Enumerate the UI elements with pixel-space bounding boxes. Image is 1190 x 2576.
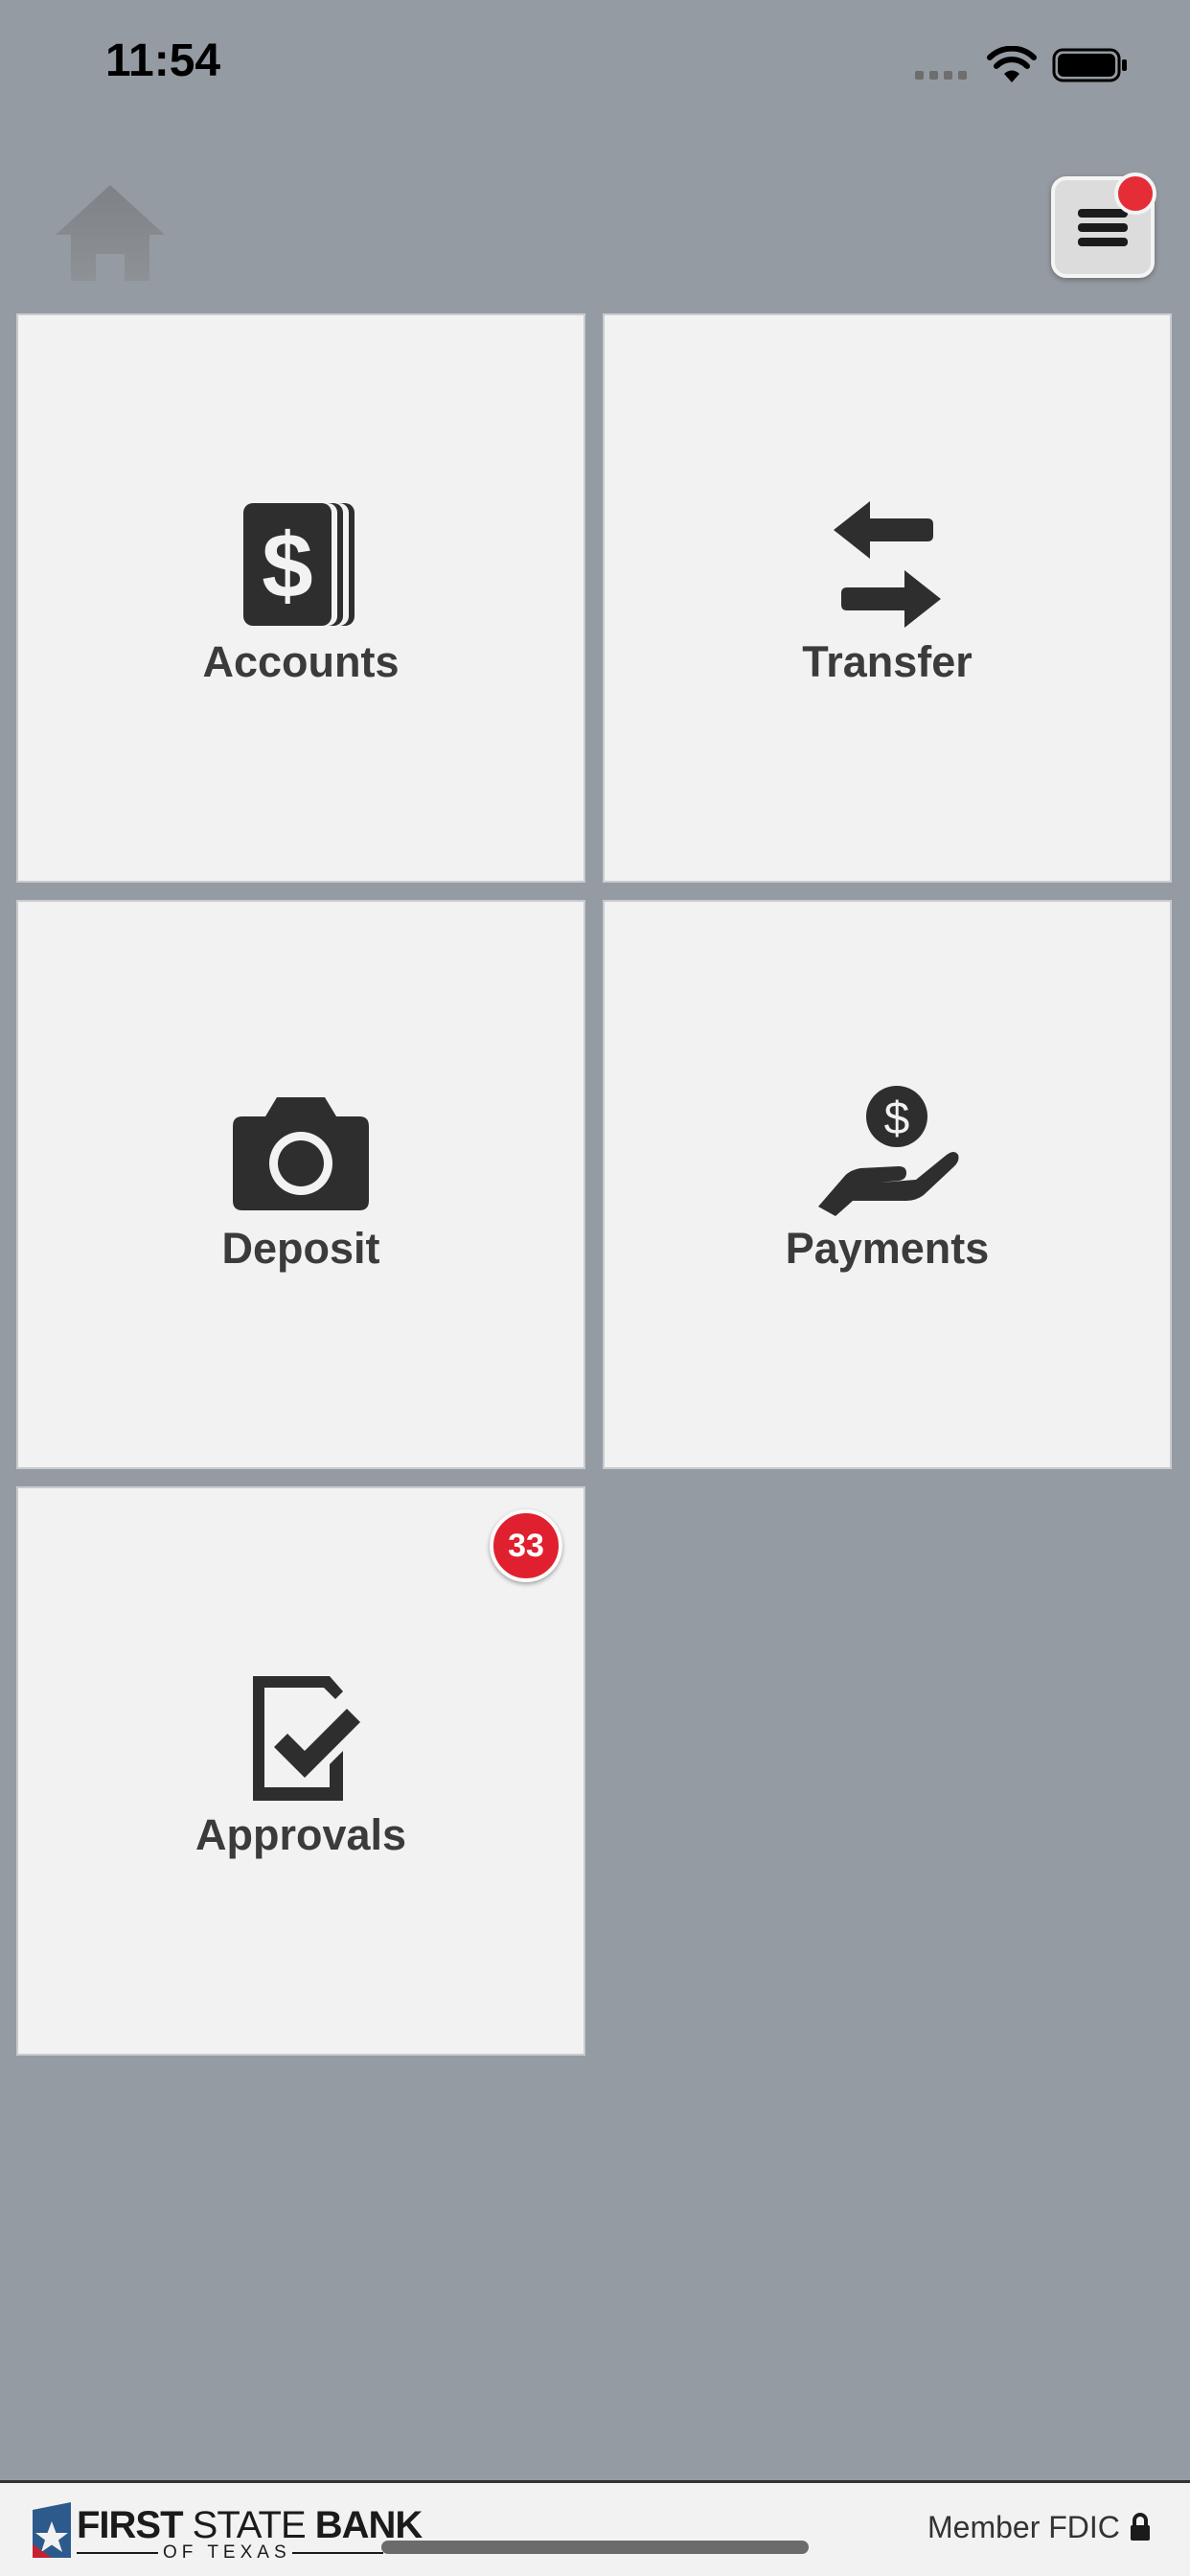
tile-payments[interactable]: $ Payments <box>603 900 1172 1469</box>
home-icon <box>56 185 165 281</box>
camera-icon <box>233 1097 369 1210</box>
tile-transfer-label: Transfer <box>802 637 973 686</box>
lock-icon <box>1131 2513 1150 2541</box>
dollar-cards-icon: $ <box>243 503 355 626</box>
svg-text:$: $ <box>262 515 312 617</box>
status-time: 11:54 <box>105 35 221 86</box>
home-button[interactable] <box>48 177 172 288</box>
cellular-signal-icon <box>915 71 967 80</box>
approvals-count-badge: 33 <box>490 1509 562 1582</box>
tile-deposit-label: Deposit <box>221 1224 380 1273</box>
status-bar: 11:54 <box>0 0 1190 125</box>
battery-icon <box>1052 48 1127 82</box>
hand-coin-icon: $ <box>818 1086 959 1216</box>
bank-logo: FIRST STATE BANK OF TEXAS <box>29 2500 423 2563</box>
tile-accounts-label: Accounts <box>202 637 400 686</box>
logo-rule-right <box>292 2552 383 2554</box>
tile-transfer[interactable]: Transfer <box>603 313 1172 883</box>
logo-subtitle: OF TEXAS <box>163 2542 291 2563</box>
tile-payments-label: Payments <box>785 1224 990 1273</box>
svg-text:$: $ <box>884 1093 910 1144</box>
logo-rule-left <box>77 2552 158 2554</box>
tile-deposit[interactable]: Deposit <box>16 900 585 1469</box>
star-flag-icon <box>33 2502 71 2558</box>
menu-button[interactable] <box>1051 172 1156 278</box>
member-fdic-text: Member FDIC <box>927 2510 1120 2544</box>
notification-dot <box>1114 172 1156 215</box>
wifi-icon <box>987 46 1037 82</box>
logo-wordmark: FIRST STATE BANK <box>77 2504 423 2546</box>
tile-approvals[interactable]: Approvals 33 <box>16 1486 585 2056</box>
tile-approvals-label: Approvals <box>195 1810 407 1859</box>
tile-accounts[interactable]: $ Accounts <box>16 313 585 883</box>
swap-arrows-icon <box>834 501 941 628</box>
checklist-icon <box>253 1676 360 1801</box>
footer: FIRST STATE BANK OF TEXAS Member FDIC <box>0 2480 1190 2576</box>
home-indicator[interactable] <box>381 2541 809 2554</box>
